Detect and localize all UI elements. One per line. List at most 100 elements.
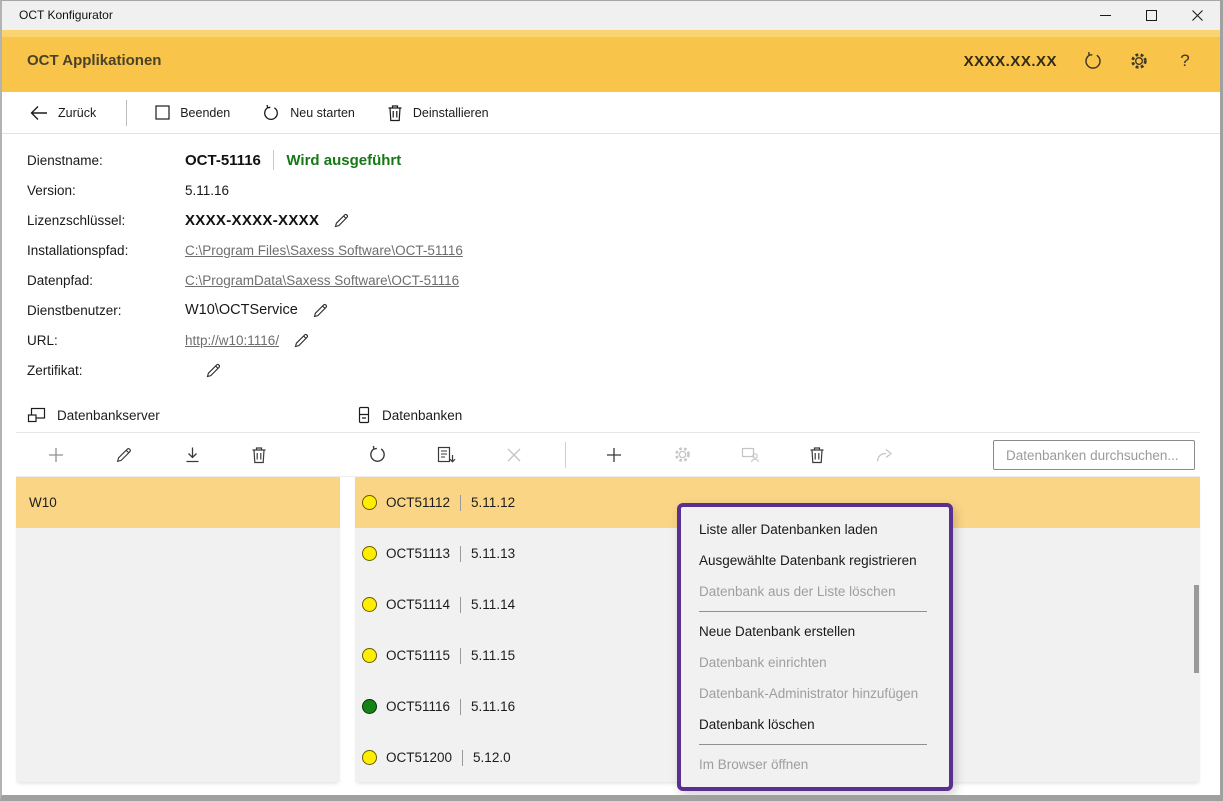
edit-license-button[interactable] bbox=[333, 212, 350, 229]
info-row-zertifikat: Zertifikat: bbox=[27, 355, 222, 385]
trash-icon bbox=[809, 446, 825, 464]
info-row-dienstbenutzer: Dienstbenutzer: W10\OCTService bbox=[27, 295, 329, 325]
db-version: 5.11.12 bbox=[471, 495, 515, 510]
pipe-separator bbox=[462, 750, 463, 766]
license-label: Lizenzschlüssel: bbox=[27, 213, 185, 228]
service-user-label: Dienstbenutzer: bbox=[27, 303, 185, 318]
status-dot bbox=[362, 495, 377, 510]
server-panel-title: Datenbankserver bbox=[57, 408, 160, 423]
settings-button[interactable] bbox=[1129, 51, 1149, 71]
stop-label: Beenden bbox=[180, 106, 230, 120]
menu-item-datenbank-loeschen[interactable]: Datenbank löschen bbox=[681, 709, 949, 740]
restart-icon bbox=[262, 104, 280, 122]
status-dot bbox=[362, 750, 377, 765]
vertical-scrollbar[interactable] bbox=[1194, 585, 1199, 673]
menu-item-einrichten: Datenbank einrichten bbox=[681, 647, 949, 678]
database-search-input[interactable] bbox=[993, 440, 1195, 470]
back-label: Zurück bbox=[58, 106, 96, 120]
certificate-label: Zertifikat: bbox=[27, 363, 185, 378]
command-bar: Zurück Beenden Neu starten Deinstalliere… bbox=[0, 92, 1223, 134]
pipe-separator bbox=[460, 648, 461, 664]
server-list: W10 bbox=[16, 477, 340, 782]
back-arrow-icon bbox=[30, 105, 48, 121]
edit-server-button[interactable] bbox=[102, 438, 146, 471]
pipe-separator bbox=[460, 546, 461, 562]
help-button[interactable]: ? bbox=[1175, 51, 1195, 71]
version-label: Version: bbox=[27, 183, 185, 198]
close-button[interactable] bbox=[1174, 1, 1220, 30]
restart-service-button[interactable]: Neu starten bbox=[262, 104, 355, 122]
back-button[interactable]: Zurück bbox=[30, 105, 96, 121]
add-server-button[interactable] bbox=[34, 438, 78, 471]
pencil-icon bbox=[205, 362, 222, 379]
menu-item-aus-liste-loeschen: Datenbank aus der Liste löschen bbox=[681, 576, 949, 607]
create-database-button[interactable] bbox=[592, 438, 636, 471]
toolbar-separator bbox=[565, 442, 566, 468]
window-controls bbox=[1082, 1, 1220, 30]
server-row[interactable]: W10 bbox=[16, 477, 340, 528]
service-status-badge: Wird ausgeführt bbox=[286, 152, 401, 169]
db-name: OCT51112 bbox=[386, 495, 450, 510]
db-name: OCT51113 bbox=[386, 546, 450, 561]
edit-url-button[interactable] bbox=[293, 332, 310, 349]
edit-service-user-button[interactable] bbox=[312, 302, 329, 319]
db-version: 5.12.0 bbox=[473, 750, 511, 765]
menu-item-admin-hinzufuegen: Datenbank-Administrator hinzufügen bbox=[681, 678, 949, 709]
refresh-button[interactable] bbox=[1083, 51, 1103, 71]
url-label: URL: bbox=[27, 333, 185, 348]
version-placeholder-label: XXXX.XX.XX bbox=[964, 53, 1057, 70]
delete-server-button[interactable] bbox=[237, 438, 281, 471]
database-panel-title: Datenbanken bbox=[382, 408, 462, 423]
info-row-lizenzschluessel: Lizenzschlüssel: XXXX-XXXX-XXXX bbox=[27, 205, 350, 235]
menu-item-neue-datenbank[interactable]: Neue Datenbank erstellen bbox=[681, 616, 949, 647]
data-path-link[interactable]: C:\ProgramData\Saxess Software\OCT-51116 bbox=[185, 273, 459, 288]
db-version: 5.11.16 bbox=[471, 699, 515, 714]
menu-item-datenbank-registrieren[interactable]: Ausgewählte Datenbank registrieren bbox=[681, 545, 949, 576]
page-title: OCT Applikationen bbox=[27, 30, 161, 92]
restart-label: Neu starten bbox=[290, 106, 355, 120]
app-header: OCT Applikationen XXXX.XX.XX ? bbox=[0, 30, 1223, 92]
info-row-installationspfad: Installationspfad: C:\Program Files\Saxe… bbox=[27, 235, 463, 265]
delete-database-button[interactable] bbox=[795, 438, 839, 471]
server-name: W10 bbox=[29, 495, 57, 510]
context-menu: Liste aller Datenbanken laden Ausgewählt… bbox=[677, 503, 953, 791]
menu-divider bbox=[699, 744, 927, 745]
open-in-browser-button bbox=[862, 438, 906, 471]
close-icon bbox=[1192, 10, 1203, 21]
stop-service-button[interactable]: Beenden bbox=[155, 105, 230, 120]
pipe-separator bbox=[460, 699, 461, 715]
status-dot bbox=[362, 597, 377, 612]
maximize-icon bbox=[1146, 10, 1157, 21]
server-panel-header: Datenbankserver bbox=[27, 398, 160, 432]
data-path-label: Datenpfad: bbox=[27, 273, 185, 288]
register-database-button[interactable] bbox=[424, 438, 468, 471]
title-bar: OCT Konfigurator bbox=[0, 0, 1223, 30]
plus-icon bbox=[47, 446, 65, 464]
minimize-button[interactable] bbox=[1082, 1, 1128, 30]
setup-database-button bbox=[660, 438, 704, 471]
database-panel-header: Datenbanken bbox=[357, 398, 462, 432]
status-dot bbox=[362, 699, 377, 714]
trash-icon bbox=[251, 446, 267, 464]
panel-toolbars bbox=[16, 432, 1200, 477]
uninstall-button[interactable]: Deinstallieren bbox=[387, 104, 489, 122]
db-name: OCT51114 bbox=[386, 597, 450, 612]
install-path-link[interactable]: C:\Program Files\Saxess Software\OCT-511… bbox=[185, 243, 463, 258]
db-version: 5.11.14 bbox=[471, 597, 515, 612]
reload-databases-button[interactable] bbox=[355, 438, 399, 471]
header-actions: XXXX.XX.XX ? bbox=[964, 30, 1195, 92]
db-name: OCT51115 bbox=[386, 648, 450, 663]
plus-icon bbox=[605, 446, 623, 464]
dienstname-label: Dienstname: bbox=[27, 153, 185, 168]
minimize-icon bbox=[1100, 15, 1111, 16]
pencil-icon bbox=[312, 302, 329, 319]
import-server-button[interactable] bbox=[170, 438, 214, 471]
pencil-icon bbox=[293, 332, 310, 349]
maximize-button[interactable] bbox=[1128, 1, 1174, 30]
menu-item-liste-laden[interactable]: Liste aller Datenbanken laden bbox=[681, 514, 949, 545]
edit-certificate-button[interactable] bbox=[205, 362, 222, 379]
window-title: OCT Konfigurator bbox=[19, 0, 113, 30]
url-link[interactable]: http://w10:1116/ bbox=[185, 333, 279, 348]
admin-user-icon bbox=[741, 446, 760, 463]
pencil-icon bbox=[333, 212, 350, 229]
